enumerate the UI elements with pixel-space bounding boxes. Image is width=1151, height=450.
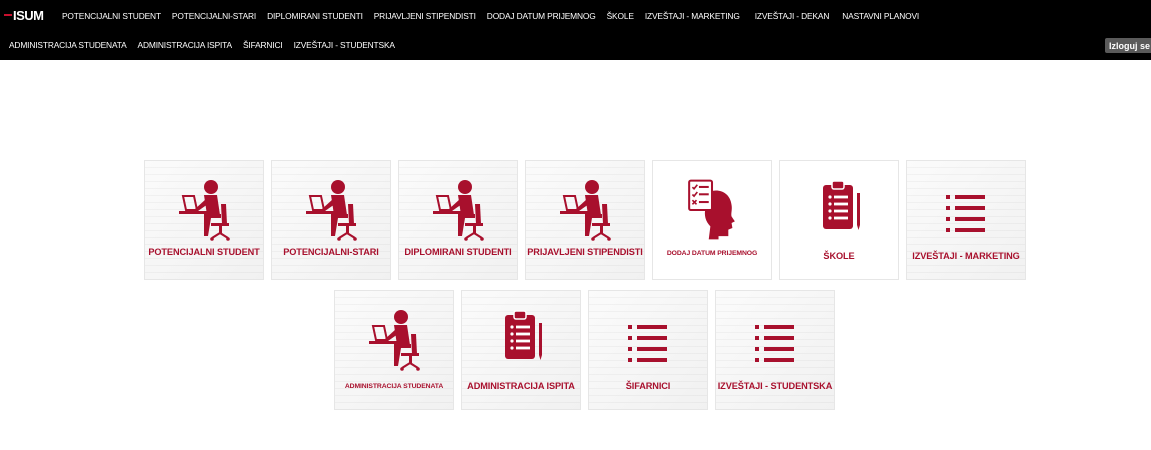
person-at-desk-icon [399,175,517,245]
list-icon [589,309,707,379]
tile-label: ADMINISTRACIJA STUDENATA [344,383,444,390]
clipboard-icon [780,171,898,241]
tile-administracija-ispita[interactable]: ADMINISTRACIJA ISPITA [461,290,581,410]
tile-label: ADMINISTRACIJA ISPITA [467,381,575,391]
tile-prijavljeni-stipendisti[interactable]: PRIJAVLJENI STIPENDISTI [525,160,645,280]
tile-label: IZVEŠTAJI - STUDENTSKA [717,381,833,391]
tile-label: POTENCIJALNI STUDENT [148,247,260,257]
tile-label: DODAJ DATUM PRIJEMNOG [666,250,758,257]
clipboard-icon [462,301,580,371]
tile-izvestaji-marketing[interactable]: IZVEŠTAJI - MARKETING [906,160,1026,280]
tile-administracija-studenata[interactable]: ADMINISTRACIJA STUDENATA [334,290,454,410]
person-at-desk-icon [272,175,390,245]
tile-potencijalni-stari[interactable]: POTENCIJALNI-STARI [271,160,391,280]
tile-sifarnici[interactable]: ŠIFARNICI [588,290,708,410]
tile-skole[interactable]: ŠKOLE [779,160,899,280]
list-icon [716,309,834,379]
tile-label: ŠIFARNICI [625,381,671,391]
head-checklist-icon [653,175,771,245]
tile-dodaj-datum-prijemnog[interactable]: DODAJ DATUM PRIJEMNOG [652,160,772,280]
tile-potencijalni-student[interactable]: POTENCIJALNI STUDENT [144,160,264,280]
tile-label: PRIJAVLJENI STIPENDISTI [527,247,643,257]
person-at-desk-icon [335,305,453,375]
dashboard-tiles: POTENCIJALNI STUDENT POTENCIJALNI-STARI … [0,0,1151,450]
tile-label: ŠKOLE [823,251,855,261]
tile-diplomirani-studenti[interactable]: DIPLOMIRANI STUDENTI [398,160,518,280]
person-at-desk-icon [526,175,644,245]
tile-label: IZVEŠTAJI - MARKETING [912,251,1020,261]
list-icon [907,179,1025,249]
tile-label: DIPLOMIRANI STUDENTI [404,247,512,257]
tile-izvestaji-studentska[interactable]: IZVEŠTAJI - STUDENTSKA [715,290,835,410]
tile-label: POTENCIJALNI-STARI [283,247,379,257]
person-at-desk-icon [145,175,263,245]
